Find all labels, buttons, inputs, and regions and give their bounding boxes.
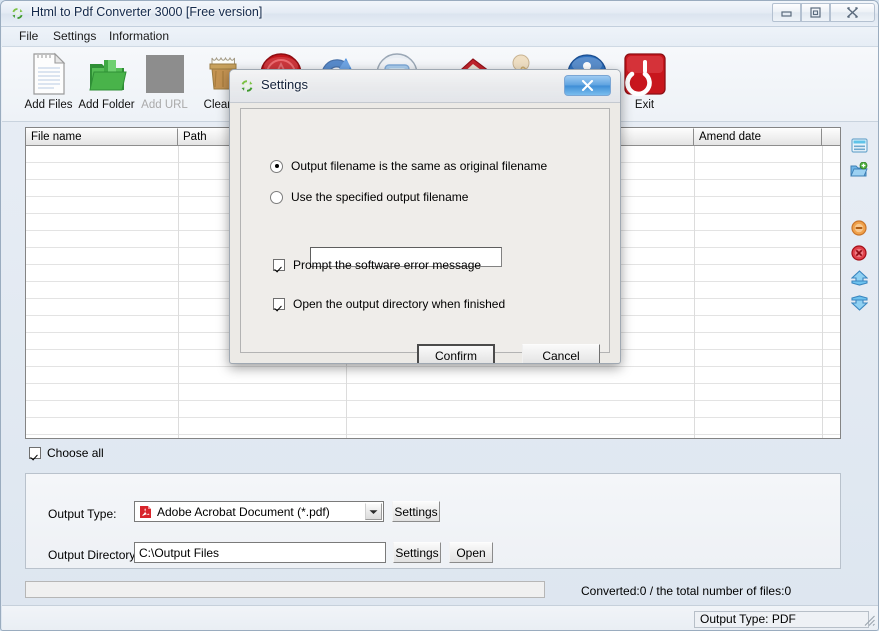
output-type-settings-button[interactable]: Settings — [392, 501, 440, 522]
conversion-progress-bar — [25, 581, 545, 598]
checkbox-open-directory[interactable] — [273, 298, 285, 310]
chevron-down-icon[interactable] — [365, 503, 382, 520]
move-up-icon[interactable] — [849, 268, 869, 288]
choose-all-checkbox[interactable] — [29, 447, 41, 459]
settings-dialog-close-button[interactable] — [564, 75, 611, 96]
radio-row-specified-filename[interactable]: Use the specified output filename — [270, 190, 468, 204]
radio-specified-filename-label: Use the specified output filename — [291, 190, 469, 204]
checkbox-open-directory-label: Open the output directory when finished — [293, 297, 506, 311]
settings-dialog-body: Output filename is the same as original … — [240, 108, 610, 363]
output-directory-open-button[interactable]: Open — [449, 542, 493, 563]
table-row[interactable] — [26, 418, 840, 435]
refresh-green-icon — [10, 6, 25, 21]
checkbox-row-prompt-error[interactable]: Prompt the software error message — [273, 258, 481, 272]
output-directory-input[interactable]: C:\Output Files — [134, 542, 386, 563]
column-divider — [178, 146, 179, 438]
settings-dialog: Settings Output filename is the same as … — [229, 69, 621, 364]
column-header-amend-date[interactable]: Amend date — [694, 128, 822, 145]
output-type-value: Adobe Acrobat Document (*.pdf) — [157, 504, 330, 519]
adobe-acrobat-icon — [139, 505, 152, 519]
toolbar-add-url-button[interactable]: Add URL — [136, 49, 193, 119]
resize-grip-icon[interactable] — [863, 614, 876, 630]
table-row[interactable] — [26, 367, 840, 384]
checkbox-prompt-error-label: Prompt the software error message — [293, 258, 482, 272]
window-title: Html to Pdf Converter 3000 [Free version… — [31, 5, 263, 19]
toolbar-add-url-label: Add URL — [141, 99, 188, 111]
radio-specified-filename[interactable] — [270, 190, 283, 204]
output-directory-label: Output Directory: — [48, 548, 139, 562]
window-list-icon[interactable] — [849, 135, 869, 155]
globe-url-icon — [145, 49, 185, 97]
document-page-icon — [30, 49, 68, 97]
menu-information[interactable]: Information — [102, 29, 176, 44]
column-divider — [822, 146, 823, 438]
radio-same-filename-label: Output filename is the same as original … — [291, 159, 548, 173]
application-window: Html to Pdf Converter 3000 [Free version… — [0, 0, 879, 631]
output-type-label: Output Type: — [48, 507, 117, 521]
close-button[interactable] — [830, 3, 875, 22]
toolbar-exit-label: Exit — [634, 99, 655, 111]
delete-all-icon[interactable] — [849, 243, 869, 263]
table-row[interactable] — [26, 401, 840, 418]
title-bar: Html to Pdf Converter 3000 [Free version… — [1, 1, 878, 27]
status-output-type: Output Type: PDF — [694, 611, 869, 628]
minimize-button[interactable] — [772, 3, 801, 22]
status-bar: Output Type: PDF — [2, 605, 878, 630]
cancel-button[interactable]: Cancel — [522, 344, 600, 363]
settings-dialog-title: Settings — [261, 77, 308, 92]
table-row[interactable] — [26, 384, 840, 401]
toolbar-add-folder-button[interactable]: Add Folder — [78, 49, 135, 119]
output-settings-panel: Output Type: Adobe Acrobat Document (*.p… — [25, 473, 841, 569]
settings-dialog-title-bar: Settings — [230, 70, 620, 103]
column-divider — [694, 146, 695, 438]
radio-row-same-filename[interactable]: Output filename is the same as original … — [270, 159, 547, 173]
confirm-button[interactable]: Confirm — [417, 344, 495, 363]
move-down-icon[interactable] — [849, 293, 869, 313]
output-type-combobox[interactable]: Adobe Acrobat Document (*.pdf) — [134, 501, 384, 522]
toolbar-exit-button[interactable]: Exit — [616, 49, 673, 119]
toolbar-add-files-button[interactable]: Add Files — [20, 49, 77, 119]
menu-bar: File Settings Information — [2, 27, 878, 47]
maximize-button[interactable] — [801, 3, 830, 22]
add-folder-icon[interactable] — [849, 160, 869, 180]
checkbox-prompt-error[interactable] — [273, 259, 285, 271]
converted-count-label: Converted:0 / the total number of files:… — [581, 584, 792, 598]
refresh-green-icon — [239, 78, 255, 94]
choose-all-label: Choose all — [47, 446, 104, 460]
column-header-file-name[interactable]: File name — [26, 128, 178, 145]
checkbox-row-open-directory[interactable]: Open the output directory when finished — [273, 297, 505, 311]
list-tools-strip — [846, 127, 872, 439]
green-folder-icon — [86, 49, 128, 97]
choose-all-row[interactable]: Choose all — [29, 445, 104, 461]
red-power-icon — [623, 49, 667, 97]
radio-same-filename[interactable] — [270, 159, 283, 173]
remove-item-icon[interactable] — [849, 218, 869, 238]
menu-settings[interactable]: Settings — [46, 29, 103, 44]
toolbar-add-folder-label: Add Folder — [78, 99, 135, 111]
toolbar-add-files-label: Add Files — [24, 99, 73, 111]
menu-file[interactable]: File — [12, 29, 45, 44]
column-header-blank-2[interactable] — [822, 128, 840, 145]
output-directory-settings-button[interactable]: Settings — [393, 542, 441, 563]
